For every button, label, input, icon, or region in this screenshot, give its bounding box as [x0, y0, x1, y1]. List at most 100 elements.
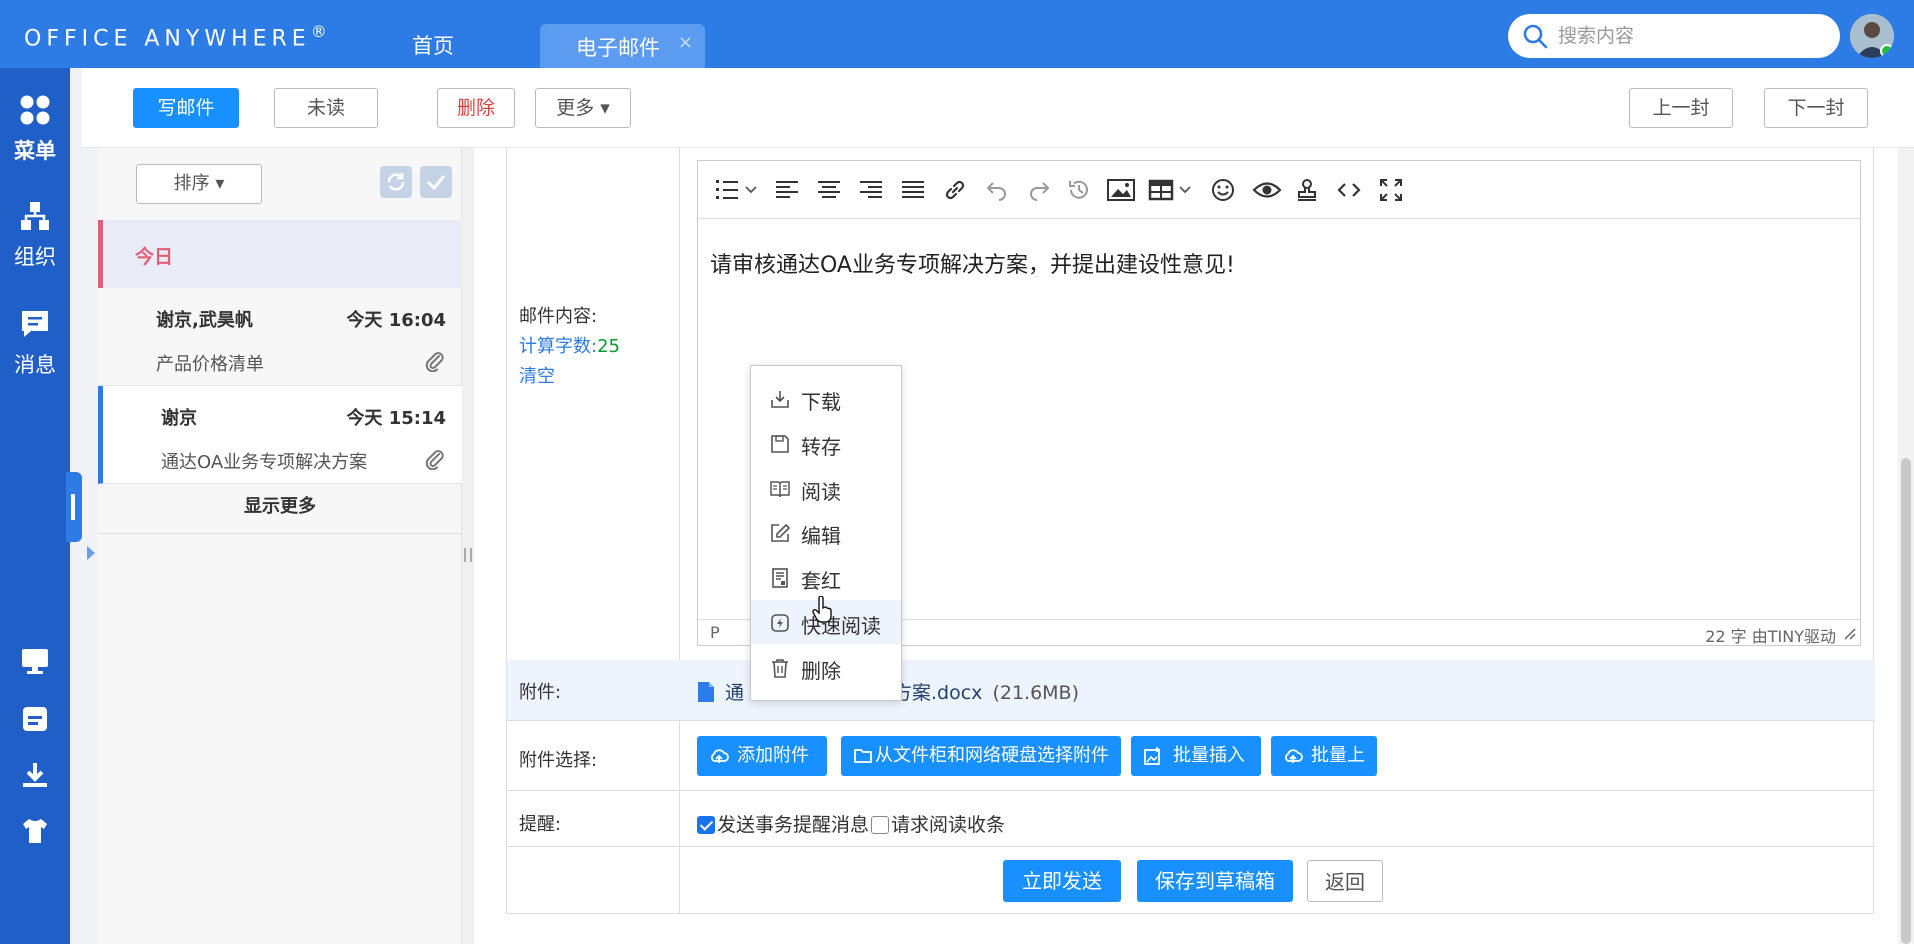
folder-icon [854, 749, 872, 763]
editor-content[interactable]: 请审核通达OA业务专项解决方案，并提出建设性意见! [710, 247, 1235, 279]
attach-file-name-start: 通 [725, 682, 745, 704]
batch-upload-label: 批量上传 [1311, 745, 1365, 806]
select-from-cabinet-label: 从文件柜和网络硬盘选择附件 [875, 745, 1109, 766]
sort-label: 排序 [173, 173, 210, 194]
add-attachment-button[interactable]: 添加附件 [697, 736, 827, 776]
top-header: OFFICE ANYWHERE® 首页 电子邮件 × [0, 0, 1914, 68]
show-more-link[interactable]: 显示更多 [98, 486, 462, 534]
batch-upload-button[interactable]: 批量上传 [1271, 736, 1377, 806]
download-icon[interactable] [20, 760, 50, 790]
save-draft-button[interactable]: 保存到草稿箱 [1137, 860, 1293, 902]
word-count[interactable]: 计算字数:25 [519, 332, 620, 358]
link-icon[interactable] [942, 177, 968, 203]
align-right-icon[interactable] [858, 177, 884, 203]
menu-item-read[interactable]: 阅读 [751, 466, 901, 510]
undo-icon[interactable] [984, 177, 1010, 203]
checkbox-unchecked-icon[interactable] [871, 816, 889, 834]
menu-item-label: 阅读 [801, 480, 841, 504]
code-icon[interactable] [1336, 177, 1362, 203]
attach-label: 附件: [519, 682, 562, 703]
stamp-icon[interactable] [1294, 177, 1320, 203]
add-attachment-label: 添加附件 [737, 745, 809, 766]
send-reminder-label: 发送事务提醒消息 [717, 814, 870, 836]
cloud-upload-icon [711, 749, 729, 763]
delete-button[interactable]: 删除 [437, 88, 515, 128]
menu-item-download[interactable]: 下载 [751, 376, 901, 420]
mail-list-item[interactable]: 谢京,武昊帆 今天 16:04 产品价格清单 [98, 288, 462, 386]
tab-email[interactable]: 电子邮件 × [540, 24, 705, 68]
fullscreen-icon[interactable] [1378, 177, 1404, 203]
nav-item-org[interactable]: 组织 [0, 200, 70, 271]
nav-item-message[interactable]: 消息 [0, 308, 70, 379]
avatar[interactable] [1850, 14, 1894, 58]
chevron-down-icon[interactable] [744, 183, 758, 197]
word-doc-icon [698, 682, 714, 702]
chevron-down-icon[interactable] [1178, 183, 1192, 197]
compose-button[interactable]: 写邮件 [133, 88, 239, 128]
row-divider [507, 720, 1875, 721]
emoji-icon[interactable] [1210, 177, 1236, 203]
mail-form: 邮件内容: 计算字数:25 清空 请审核通达OA业务专项解决方案，并提出建设性意… [506, 148, 1875, 914]
edit-icon [771, 523, 791, 542]
history-icon[interactable] [1066, 177, 1092, 203]
grip-icon [464, 548, 472, 562]
back-button[interactable]: 返回 [1307, 860, 1383, 902]
note-icon[interactable] [20, 704, 50, 734]
next-mail-button[interactable]: 下一封 [1764, 88, 1868, 128]
unread-button[interactable]: 未读 [274, 88, 378, 128]
sort-dropdown[interactable]: 排序 ▾ [136, 164, 262, 204]
resize-handle-icon[interactable] [1842, 626, 1856, 640]
clear-link[interactable]: 清空 [519, 362, 555, 388]
batch-insert-image-label: 批量插入图片 [1173, 745, 1245, 806]
hand-cursor-icon [812, 596, 832, 623]
preview-eye-icon[interactable] [1252, 177, 1282, 203]
send-reminder-checkbox[interactable]: 发送事务提醒消息 [697, 810, 869, 837]
align-justify-icon[interactable] [900, 177, 926, 203]
more-label: 更多 [556, 97, 595, 119]
search-input[interactable] [1558, 22, 1818, 50]
check-all-icon[interactable] [420, 166, 452, 198]
menu-item-label: 套红 [801, 569, 841, 593]
mail-list-item[interactable]: 谢京 今天 15:14 通达OA业务专项解决方案 [98, 386, 462, 484]
align-left-icon[interactable] [774, 177, 800, 203]
tab-close-icon[interactable]: × [678, 32, 693, 53]
tab-home[interactable]: 首页 [412, 30, 454, 60]
search-box[interactable] [1508, 14, 1840, 58]
message-icon [22, 311, 48, 337]
batch-insert-image-button[interactable]: 批量插入图片 [1131, 736, 1261, 806]
more-dropdown[interactable]: 更多 ▾ [535, 88, 631, 128]
refresh-icon[interactable] [380, 166, 412, 198]
redo-icon[interactable] [1026, 177, 1052, 203]
table-icon[interactable] [1148, 177, 1174, 203]
monitor-icon[interactable] [20, 646, 50, 676]
tab-email-label: 电子邮件 [576, 36, 660, 60]
scrollbar-thumb[interactable] [1901, 458, 1911, 944]
word-count-value: 25 [597, 336, 620, 357]
nav-item-menu[interactable]: 菜单 [0, 94, 70, 165]
search-icon [1523, 24, 1548, 49]
send-now-button[interactable]: 立即发送 [1003, 860, 1121, 902]
mail-list: 排序 ▾ 今日 谢京,武昊帆 今天 16:04 产品价格清单 谢京 今天 15:… [98, 148, 462, 944]
vertical-scrollbar[interactable] [1898, 148, 1914, 944]
list-icon[interactable] [714, 177, 740, 203]
read-receipt-checkbox[interactable]: 请求阅读收条 [871, 810, 1005, 837]
menu-item-label: 转存 [801, 435, 841, 459]
menu-item-save[interactable]: 转存 [751, 421, 901, 465]
pane-splitter[interactable] [462, 148, 474, 944]
checkbox-checked-icon[interactable] [697, 816, 715, 834]
align-center-icon[interactable] [816, 177, 842, 203]
book-icon [770, 481, 790, 498]
download-icon [771, 391, 789, 408]
prev-mail-button[interactable]: 上一封 [1629, 88, 1733, 128]
nav-label: 菜单 [14, 139, 56, 163]
menu-item-delete[interactable]: 删除 [751, 645, 901, 689]
image-icon[interactable] [1106, 177, 1136, 203]
menu-item-red-header[interactable]: 套红 [751, 555, 901, 599]
shirt-icon[interactable] [20, 816, 50, 846]
select-from-cabinet-button[interactable]: 从文件柜和网络硬盘选择附件 [841, 736, 1121, 776]
row-divider [507, 846, 1875, 847]
expand-arrow-icon[interactable] [86, 545, 96, 561]
menu-item-edit[interactable]: 编辑 [751, 510, 901, 554]
nav-collapse-handle[interactable] [66, 472, 82, 542]
mail-from: 谢京,武昊帆 [156, 310, 253, 331]
